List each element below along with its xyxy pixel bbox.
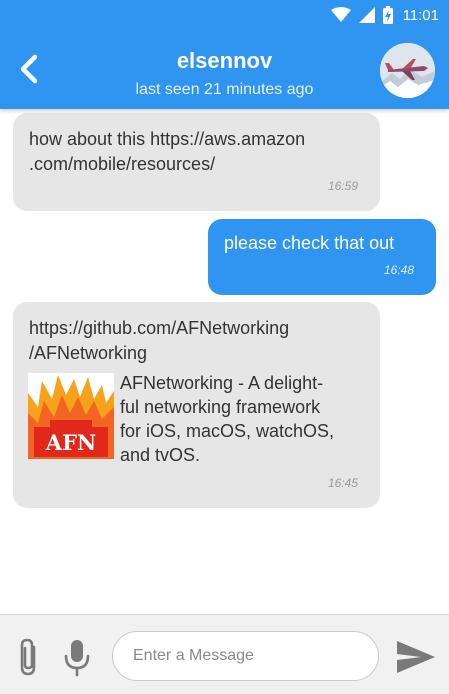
last-seen-status: last seen 21 minutes ago	[135, 81, 314, 98]
cell-signal-icon	[358, 7, 375, 23]
message-text: how about this https://aws.amazon	[29, 129, 306, 149]
preview-line: AFNetworking - A delight-	[120, 373, 324, 393]
avatar[interactable]	[380, 43, 435, 98]
attach-button[interactable]	[14, 637, 44, 677]
message-timestamp: 16:45	[327, 476, 358, 490]
app-header: 11:01 elsennov last seen 21 minutes ago	[0, 0, 449, 109]
message-text: please check that out	[224, 233, 395, 253]
paperclip-icon	[20, 638, 36, 676]
message-timestamp: 16:59	[327, 179, 358, 193]
status-time: 11:01	[402, 6, 439, 24]
send-button[interactable]	[393, 639, 437, 675]
message-input[interactable]	[112, 631, 379, 681]
incoming-message[interactable]: how about this https://aws.amazon .com/m…	[13, 113, 380, 211]
message-link[interactable]: /AFNetworking	[29, 341, 364, 366]
message-text: .com/mobile/resources/	[29, 154, 216, 174]
battery-charging-icon	[382, 6, 393, 24]
preview-line: for iOS, macOS, watchOS,	[120, 421, 335, 441]
preview-line: ful networking framework	[120, 397, 321, 417]
wifi-icon	[330, 7, 351, 23]
message-timestamp: 16:48	[383, 263, 414, 277]
airplane-avatar-icon	[380, 43, 435, 98]
message-list[interactable]: how about this https://aws.amazon .com/m…	[0, 109, 449, 614]
incoming-message[interactable]: https://github.com/AFNetworking /AFNetwo…	[13, 302, 380, 508]
link-preview-description: AFNetworking - A delight- ful networking…	[120, 371, 362, 467]
message-link[interactable]: https://github.com/AFNetworking	[29, 316, 364, 341]
outgoing-message[interactable]: please check that out 16:48	[208, 219, 436, 295]
microphone-button[interactable]	[60, 637, 94, 677]
status-bar: 11:01	[0, 0, 449, 30]
send-icon	[397, 641, 435, 673]
afn-logo-text: AFN	[45, 430, 96, 455]
preview-line: and tvOS.	[120, 445, 201, 465]
afn-logo-thumbnail: AFN	[28, 373, 114, 459]
microphone-icon	[64, 640, 90, 677]
composer-bar	[0, 614, 449, 694]
